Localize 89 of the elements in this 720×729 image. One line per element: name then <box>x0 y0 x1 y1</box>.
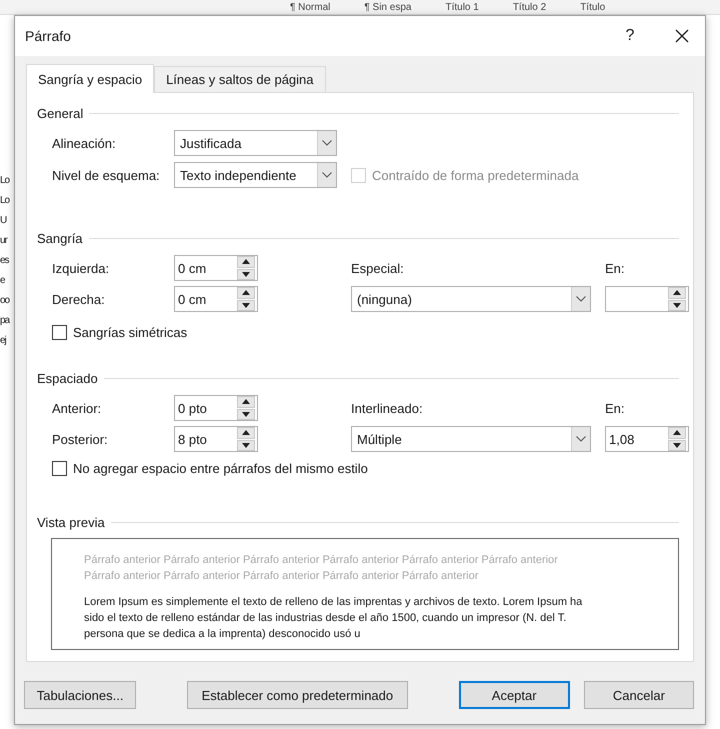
up-triangle-icon <box>242 259 250 264</box>
checkbox[interactable] <box>52 461 67 476</box>
line-spacing-dropdown[interactable]: Múltiple <box>351 426 591 452</box>
number-field[interactable]: 0 cm <box>174 286 258 312</box>
chevron-down-icon <box>322 172 332 178</box>
document-text: ur <box>0 234 8 248</box>
down-triangle-icon <box>242 272 250 277</box>
chevron-down-icon <box>576 436 586 442</box>
close-icon <box>675 29 689 43</box>
number-field[interactable] <box>605 286 689 312</box>
document-text: ej <box>0 334 7 348</box>
field-label: Nivel de esquema: <box>52 168 161 182</box>
section-title: Vista previa <box>37 514 105 530</box>
down-triangle-icon <box>242 412 250 417</box>
down-triangle-icon <box>673 302 681 308</box>
style-gallery-item[interactable]: Título 2 <box>512 2 546 12</box>
dialog-button[interactable]: Aceptar <box>458 681 570 709</box>
number-field[interactable]: 0 pto <box>174 395 258 421</box>
dropdown-toggle[interactable] <box>317 131 336 155</box>
spin-down-button[interactable] <box>237 300 255 311</box>
dialog-button[interactable]: Establecer como predeterminado <box>187 681 408 709</box>
down-triangle-icon <box>673 442 681 448</box>
field-label: Alineación: <box>52 136 117 150</box>
up-triangle-icon <box>673 290 681 296</box>
preview-text: persona que se dedica a la imprenta) desconocido usó u <box>84 627 362 642</box>
preview-text: Lorem Ipsum es simplemente el texto de relleno de las imprentas y archivos de texto. Lorem Ipsum ha <box>84 595 584 610</box>
dialog-button[interactable]: Cancelar <box>584 681 694 709</box>
field-label: En: <box>605 260 626 276</box>
spin-up-button[interactable] <box>668 287 686 298</box>
special-indent-dropdown[interactable]: (ninguna) <box>351 286 591 312</box>
style-gallery-item[interactable]: ¶ Normal <box>290 2 330 12</box>
document-text: e <box>0 274 6 288</box>
spin-up-button[interactable] <box>668 427 686 438</box>
document-text: Lo <box>0 174 11 188</box>
field-label: Izquierda: <box>52 260 110 276</box>
preview-text: sido el texto de relleno estándar de las industrias desde el año 1500, cuando un impresor (N. del T. <box>84 611 568 626</box>
help-button[interactable]: ? <box>607 16 653 56</box>
number-field[interactable]: 1,08 <box>605 426 689 452</box>
tab[interactable]: Sangría y espacio <box>26 64 154 93</box>
field-label: Posterior: <box>52 432 109 446</box>
field-label: Derecha: <box>52 292 106 306</box>
dialog-button[interactable]: Tabulaciones... <box>24 681 136 709</box>
checkbox-label: No agregar espacio entre párrafos del mismo estilo <box>73 461 368 476</box>
chevron-down-icon <box>576 296 586 302</box>
dropdown-toggle[interactable] <box>571 287 590 311</box>
checkbox-label: Sangrías simétricas <box>73 325 188 340</box>
document-text: U <box>0 214 8 228</box>
chevron-down-icon <box>322 140 332 146</box>
spin-up-button[interactable] <box>237 256 255 268</box>
document-text: oo <box>0 294 11 308</box>
spin-up-button[interactable] <box>237 287 255 298</box>
checkbox-label: Contraído de forma predeterminada <box>372 168 579 182</box>
style-gallery-item[interactable]: Título 1 <box>445 2 479 12</box>
tab[interactable]: Líneas y saltos de página <box>154 66 326 92</box>
field-label: Anterior: <box>52 400 102 416</box>
preview-previous-text: Párrafo anterior Párrafo anterior Párrafo anterior Párrafo anterior Párrafo anterior Párrafo anterior <box>84 553 559 568</box>
up-triangle-icon <box>242 399 250 404</box>
spin-down-button[interactable] <box>237 440 255 451</box>
down-triangle-icon <box>242 302 250 308</box>
section-title: Sangría <box>37 230 83 246</box>
outline-level-dropdown[interactable]: Texto independiente <box>174 162 337 188</box>
up-triangle-icon <box>242 290 250 296</box>
spin-up-button[interactable] <box>237 427 255 438</box>
dropdown-toggle[interactable] <box>571 427 590 451</box>
number-field[interactable]: 8 pto <box>174 426 258 452</box>
number-field[interactable]: 0 cm <box>174 255 258 281</box>
spin-down-button[interactable] <box>668 300 686 311</box>
up-triangle-icon <box>242 430 250 436</box>
field-label: En: <box>605 400 626 416</box>
spin-down-button[interactable] <box>237 408 255 420</box>
preview-previous-text: Párrafo anterior Párrafo anterior Párrafo anterior Párrafo anterior Párrafo anterior <box>84 569 480 584</box>
style-gallery-item[interactable]: ¶ Sin espa <box>364 2 412 12</box>
field-label: Especial: <box>351 260 405 276</box>
checkbox[interactable] <box>52 325 67 340</box>
alignment-dropdown[interactable]: Justificada <box>174 130 337 156</box>
dropdown-toggle[interactable] <box>317 163 336 187</box>
document-text: es <box>0 254 10 268</box>
field-label: Interlineado: <box>351 400 424 416</box>
document-text: Lo <box>0 194 11 208</box>
down-triangle-icon <box>242 442 250 448</box>
window-title: Párrafo <box>25 28 72 44</box>
document-text: pa <box>0 314 11 328</box>
style-gallery-item[interactable]: Título <box>580 2 606 12</box>
spin-down-button[interactable] <box>668 440 686 451</box>
section-title: General <box>37 106 84 120</box>
spin-up-button[interactable] <box>237 396 255 408</box>
section-title: Espaciado <box>37 370 98 386</box>
up-triangle-icon <box>673 430 681 436</box>
spin-down-button[interactable] <box>237 268 255 280</box>
